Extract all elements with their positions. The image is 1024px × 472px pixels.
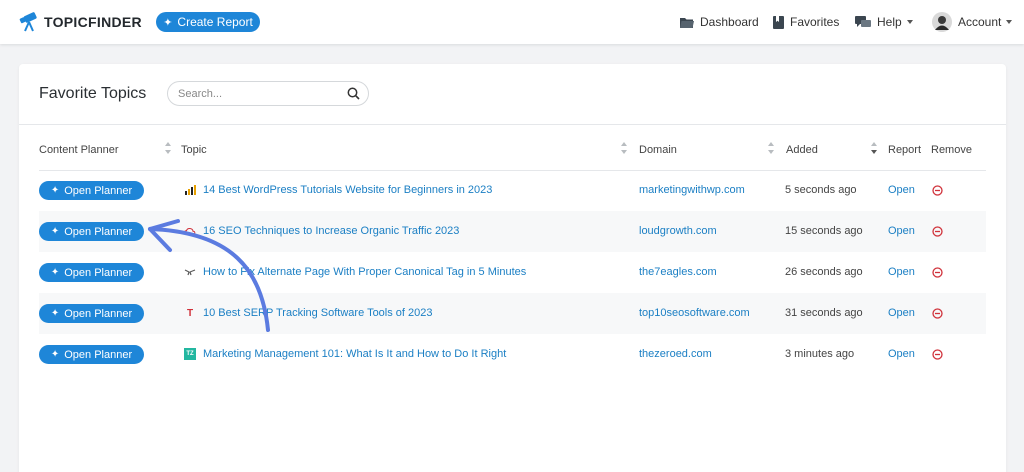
column-header-topic[interactable]: Topic	[181, 144, 207, 156]
cloud-favicon	[184, 227, 196, 235]
topic-link[interactable]: How to Fix Alternate Page With Proper Ca…	[203, 266, 526, 278]
nav-help-label: Help	[877, 15, 902, 29]
sparkle-icon: ✦	[50, 267, 60, 278]
t-favicon: T	[186, 307, 194, 319]
topic-link[interactable]: 16 SEO Techniques to Increase Organic Tr…	[203, 225, 459, 237]
open-planner-button[interactable]: ✦ Open Planner	[39, 181, 144, 200]
open-planner-label: Open Planner	[64, 348, 133, 361]
column-header-report: Report	[888, 144, 922, 156]
open-planner-label: Open Planner	[64, 184, 133, 197]
table-row: ✦ Open Planner How to Fix Alternate Page …	[39, 252, 986, 293]
domain-link[interactable]: top10seosoftware.com	[639, 307, 750, 319]
table-row: ✦ Open Planner T 10 Best SERP Tracking So…	[39, 293, 986, 334]
open-planner-button[interactable]: ✦ Open Planner	[39, 345, 144, 364]
create-report-button[interactable]: ✦ Create Report	[156, 12, 260, 32]
topic-link[interactable]: 10 Best SERP Tracking Software Tools of …	[203, 307, 433, 319]
chat-bubbles-icon	[855, 15, 871, 27]
brand-name: TOPICFINDER	[44, 14, 142, 30]
search-input[interactable]	[168, 82, 338, 105]
column-header-content-planner[interactable]: Content Planner	[39, 144, 119, 156]
remove-icon[interactable]	[932, 185, 943, 196]
create-report-label: Create Report	[177, 15, 253, 29]
remove-icon[interactable]	[932, 349, 943, 360]
open-report-link[interactable]: Open	[888, 225, 915, 237]
nav-account[interactable]: Account	[932, 0, 1013, 44]
sparkle-icon: ✦	[163, 16, 173, 29]
added-time: 31 seconds ago	[785, 307, 863, 319]
table-row: ✦ Open Planner TZ Marketing Management 10…	[39, 334, 986, 375]
domain-link[interactable]: the7eagles.com	[639, 266, 717, 278]
telescope-icon	[19, 12, 37, 32]
open-report-link[interactable]: Open	[888, 307, 915, 319]
remove-icon[interactable]	[932, 267, 943, 278]
added-time: 15 seconds ago	[785, 225, 863, 237]
sort-icon[interactable]	[165, 142, 171, 154]
open-report-link[interactable]: Open	[888, 348, 915, 360]
brand-logo[interactable]: TOPICFINDER	[18, 11, 142, 33]
nav-account-label: Account	[958, 15, 1002, 29]
column-header-domain[interactable]: Domain	[639, 144, 677, 156]
search-icon[interactable]	[347, 87, 360, 100]
folder-icon	[680, 17, 694, 28]
avatar	[932, 12, 952, 32]
domain-link[interactable]: thezeroed.com	[639, 348, 712, 360]
table-row: ✦ Open Planner 16 SEO Techniques to Incre…	[39, 211, 986, 252]
sort-icon[interactable]	[871, 142, 877, 154]
nav-help[interactable]: Help	[855, 0, 913, 44]
chevron-down-icon	[1006, 20, 1013, 24]
column-header-added[interactable]: Added	[786, 144, 818, 156]
top-navbar: TOPICFINDER ✦ Create Report Dashboard Fa…	[0, 0, 1024, 44]
open-report-link[interactable]: Open	[888, 266, 915, 278]
open-report-link[interactable]: Open	[888, 184, 915, 196]
open-planner-button[interactable]: ✦ Open Planner	[39, 263, 144, 282]
zeroed-favicon: TZ	[184, 348, 196, 360]
table-row: ✦ Open Planner 14 Best WordPress Tutorial…	[39, 170, 986, 211]
domain-link[interactable]: loudgrowth.com	[639, 225, 717, 237]
favorite-topics-card: Favorite Topics Content Planner Topic Do…	[19, 64, 1006, 472]
open-planner-button[interactable]: ✦ Open Planner	[39, 304, 144, 323]
open-planner-label: Open Planner	[64, 307, 133, 320]
topic-link[interactable]: 14 Best WordPress Tutorials Website for …	[203, 184, 492, 196]
nav-dashboard-label: Dashboard	[700, 15, 759, 29]
sparkle-icon: ✦	[50, 308, 60, 319]
nav-dashboard[interactable]: Dashboard	[680, 0, 759, 44]
added-time: 26 seconds ago	[785, 266, 863, 278]
added-time: 5 seconds ago	[785, 184, 857, 196]
bookmark-book-icon	[773, 15, 784, 29]
chart-favicon	[185, 185, 196, 195]
eagle-favicon	[184, 269, 196, 276]
open-planner-label: Open Planner	[64, 225, 133, 238]
remove-icon[interactable]	[932, 226, 943, 237]
remove-icon[interactable]	[932, 308, 943, 319]
added-time: 3 minutes ago	[785, 348, 855, 360]
open-planner-label: Open Planner	[64, 266, 133, 279]
domain-link[interactable]: marketingwithwp.com	[639, 184, 745, 196]
column-header-remove: Remove	[931, 144, 972, 156]
sort-icon[interactable]	[621, 142, 627, 154]
sparkle-icon: ✦	[50, 226, 60, 237]
open-planner-button[interactable]: ✦ Open Planner	[39, 222, 144, 241]
sparkle-icon: ✦	[50, 349, 60, 360]
card-divider	[19, 124, 1006, 125]
topic-link[interactable]: Marketing Management 101: What Is It and…	[203, 348, 506, 360]
search-box	[167, 81, 369, 106]
chevron-down-icon	[906, 20, 913, 24]
page-title: Favorite Topics	[39, 85, 147, 102]
sparkle-icon: ✦	[50, 185, 60, 196]
nav-favorites[interactable]: Favorites	[773, 0, 839, 44]
sort-icon[interactable]	[768, 142, 774, 154]
nav-favorites-label: Favorites	[790, 15, 840, 29]
